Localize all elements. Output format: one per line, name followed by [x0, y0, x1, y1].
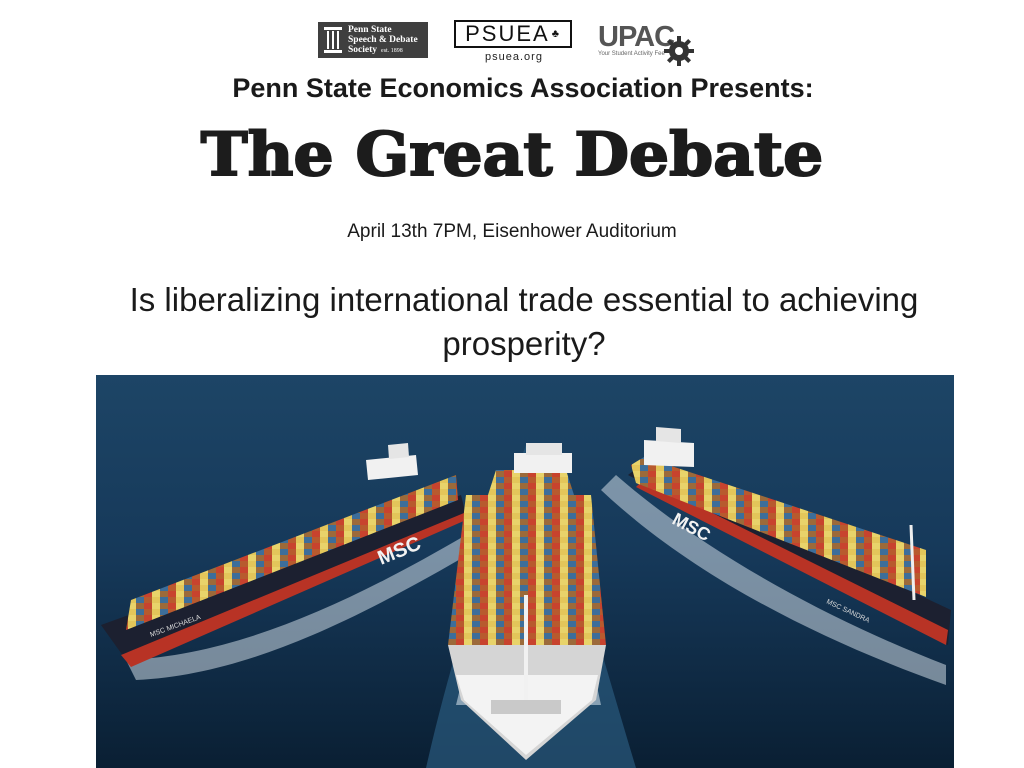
sponsor-logos: Penn State Speech & Debate Society est. 1… — [0, 18, 1024, 70]
pillar-icon — [324, 27, 342, 53]
logo-line3: Society — [348, 45, 378, 55]
psuea-url: psuea.org — [485, 51, 543, 63]
gear-icon — [664, 36, 694, 66]
logo-est: est. 1898 — [381, 48, 403, 54]
logo-line1: Penn State — [348, 25, 392, 35]
logo-line2: Speech & Debate — [348, 35, 418, 45]
psuea-mark-icon: ♣ — [551, 28, 561, 40]
container-ships-photo: MSC MSC MICHAELA MSC MSC SANDRA — [96, 375, 954, 768]
date-location: April 13th 7PM, Eisenhower Auditorium — [347, 221, 677, 242]
psuea-name: PSUEA — [465, 21, 550, 46]
upac-logo: UPAC Your Student Activity Fee — [598, 22, 702, 68]
presenter-heading: Penn State Economics Association Present… — [232, 73, 814, 103]
psuea-logo: PSUEA ♣ psuea.org — [454, 20, 574, 68]
speech-debate-society-logo: Penn State Speech & Debate Society est. 1… — [318, 22, 428, 58]
debate-question: Is liberalizing international trade esse… — [129, 281, 919, 362]
event-title: The Great Debate — [200, 119, 825, 191]
